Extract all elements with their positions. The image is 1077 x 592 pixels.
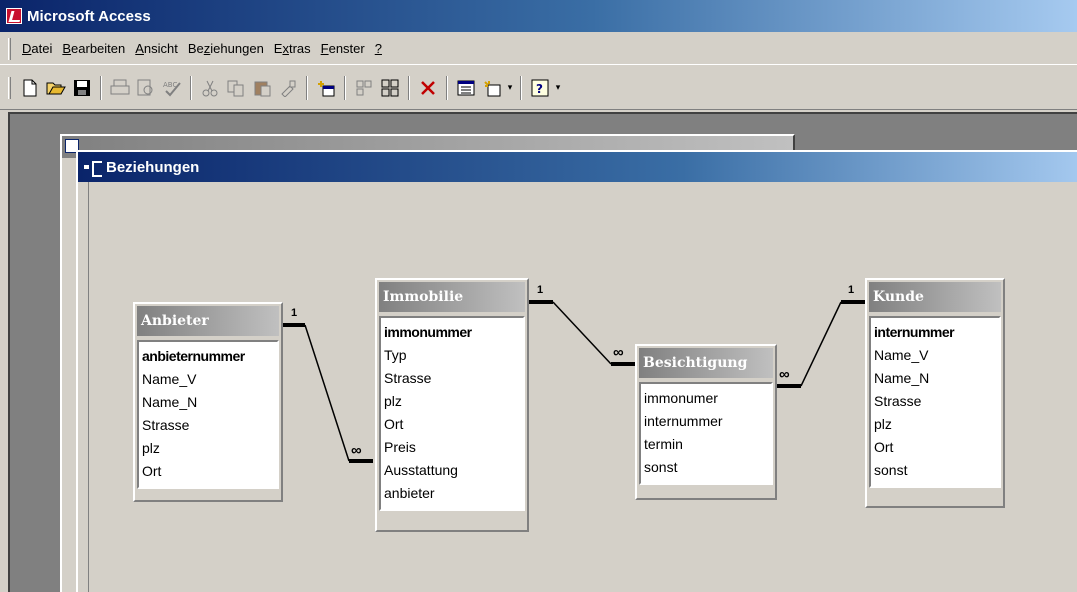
- relationships-icon: [84, 160, 102, 177]
- field-item[interactable]: plz: [142, 437, 277, 460]
- toolbar-separator: [190, 75, 192, 100]
- menu-fenster[interactable]: Fenster: [316, 39, 370, 59]
- help-icon[interactable]: ?: [528, 76, 552, 100]
- svg-text:?: ?: [536, 82, 543, 96]
- table-title[interactable]: Anbieter: [137, 306, 279, 336]
- print-preview-icon[interactable]: [134, 76, 158, 100]
- toolbar-separator: [306, 75, 308, 100]
- database-window-icon[interactable]: [454, 76, 478, 100]
- open-icon[interactable]: [44, 76, 68, 100]
- field-item[interactable]: Typ: [384, 344, 523, 367]
- field-item[interactable]: Strasse: [874, 390, 999, 413]
- field-item[interactable]: Strasse: [384, 367, 523, 390]
- relation-kunde-besichtigung[interactable]: [777, 300, 865, 388]
- table-anbieter[interactable]: Anbieter anbieternummer Name_V Name_N St…: [133, 302, 283, 502]
- table-title[interactable]: Kunde: [869, 282, 1001, 312]
- field-item[interactable]: internummer: [644, 410, 771, 433]
- field-item[interactable]: Ort: [384, 413, 523, 436]
- cut-icon[interactable]: [198, 76, 222, 100]
- field-item[interactable]: immonumer: [644, 387, 771, 410]
- field-primary-key[interactable]: immonummer: [384, 321, 523, 344]
- field-item[interactable]: Preis: [384, 436, 523, 459]
- save-icon[interactable]: [70, 76, 94, 100]
- field-list[interactable]: immonummer Typ Strasse plz Ort Preis Aus…: [379, 316, 525, 511]
- relationships-canvas[interactable]: 1 ∞ 1 ∞ ∞ 1 Anbieter anbieternummer Name…: [88, 182, 1077, 592]
- new-icon[interactable]: [18, 76, 42, 100]
- cardinality-one-label: 1: [291, 307, 298, 319]
- new-object-icon[interactable]: [480, 76, 504, 100]
- menu-datei[interactable]: Datei: [17, 39, 57, 59]
- toolbar-grip-handle[interactable]: [8, 76, 11, 99]
- toolbar-separator: [100, 75, 102, 100]
- new-object-dropdown-icon[interactable]: ▾: [505, 82, 515, 93]
- field-item[interactable]: Name_V: [874, 344, 999, 367]
- menu-help[interactable]: ?: [370, 39, 387, 59]
- toolbar-options-icon[interactable]: ▾: [553, 82, 563, 93]
- table-title[interactable]: Besichtigung: [639, 348, 773, 378]
- format-painter-icon[interactable]: [276, 76, 300, 100]
- field-item[interactable]: plz: [874, 413, 999, 436]
- cardinality-one-label: 1: [848, 284, 855, 296]
- menu-bearbeiten[interactable]: Bearbeiten: [57, 39, 130, 59]
- cardinality-one-label: 1: [537, 284, 544, 296]
- field-list[interactable]: internummer Name_V Name_N Strasse plz Or…: [869, 316, 1001, 488]
- cardinality-many-label: ∞: [779, 366, 790, 383]
- table-besichtigung[interactable]: Besichtigung immonumer internummer termi…: [635, 344, 777, 500]
- field-item[interactable]: Name_V: [142, 368, 277, 391]
- delete-icon[interactable]: [416, 76, 440, 100]
- field-item[interactable]: plz: [384, 390, 523, 413]
- field-primary-key[interactable]: internummer: [874, 321, 999, 344]
- field-list[interactable]: anbieternummer Name_V Name_N Strasse plz…: [137, 340, 279, 489]
- field-list[interactable]: immonumer internummer termin sonst: [639, 382, 773, 485]
- show-direct-icon[interactable]: [352, 76, 376, 100]
- field-item[interactable]: Name_N: [874, 367, 999, 390]
- copy-icon[interactable]: [224, 76, 248, 100]
- field-primary-key[interactable]: anbieternummer: [142, 345, 277, 368]
- field-item[interactable]: sonst: [644, 456, 771, 479]
- spelling-icon[interactable]: ABC: [160, 76, 184, 100]
- app-title: Microsoft Access: [27, 7, 151, 25]
- toolbar-separator: [446, 75, 448, 100]
- cardinality-many-label: ∞: [613, 344, 624, 361]
- menu-grip-handle[interactable]: [8, 37, 11, 60]
- field-item[interactable]: anbieter: [384, 482, 523, 505]
- menu-extras[interactable]: Extras: [269, 39, 316, 59]
- field-item[interactable]: sonst: [874, 459, 999, 482]
- menu-bar: Datei Bearbeiten Ansicht Beziehungen Ext…: [0, 33, 1077, 65]
- relationships-window[interactable]: Beziehungen 1 ∞ 1 ∞ ∞ 1 Anbieter anbiete…: [76, 150, 1077, 592]
- field-item[interactable]: Ort: [142, 460, 277, 483]
- paste-icon[interactable]: [250, 76, 274, 100]
- toolbar-separator: [520, 75, 522, 100]
- print-icon[interactable]: [108, 76, 132, 100]
- toolbar-separator: [344, 75, 346, 100]
- menu-ansicht[interactable]: Ansicht: [130, 39, 183, 59]
- toolbar: ABC ▾ ? ▾: [0, 66, 1077, 110]
- relationships-window-title: Beziehungen: [106, 158, 200, 176]
- access-icon: [6, 8, 22, 24]
- app-title-bar: Microsoft Access: [0, 0, 1077, 32]
- menu-beziehungen[interactable]: Beziehungen: [183, 39, 269, 59]
- relationships-window-title-bar[interactable]: Beziehungen: [78, 152, 1077, 182]
- field-item[interactable]: Strasse: [142, 414, 277, 437]
- relation-anbieter-immobilie[interactable]: [283, 323, 373, 463]
- field-item[interactable]: Name_N: [142, 391, 277, 414]
- show-all-icon[interactable]: [378, 76, 402, 100]
- table-title[interactable]: Immobilie: [379, 282, 525, 312]
- cardinality-many-label: ∞: [351, 442, 362, 459]
- field-item[interactable]: termin: [644, 433, 771, 456]
- mdi-client-area: Beziehungen 1 ∞ 1 ∞ ∞ 1 Anbieter anbiete…: [8, 112, 1077, 592]
- field-item[interactable]: Ausstattung: [384, 459, 523, 482]
- table-immobilie[interactable]: Immobilie immonummer Typ Strasse plz Ort…: [375, 278, 529, 532]
- show-table-icon[interactable]: [314, 76, 338, 100]
- table-kunde[interactable]: Kunde internummer Name_V Name_N Strasse …: [865, 278, 1005, 508]
- toolbar-separator: [408, 75, 410, 100]
- field-item[interactable]: Ort: [874, 436, 999, 459]
